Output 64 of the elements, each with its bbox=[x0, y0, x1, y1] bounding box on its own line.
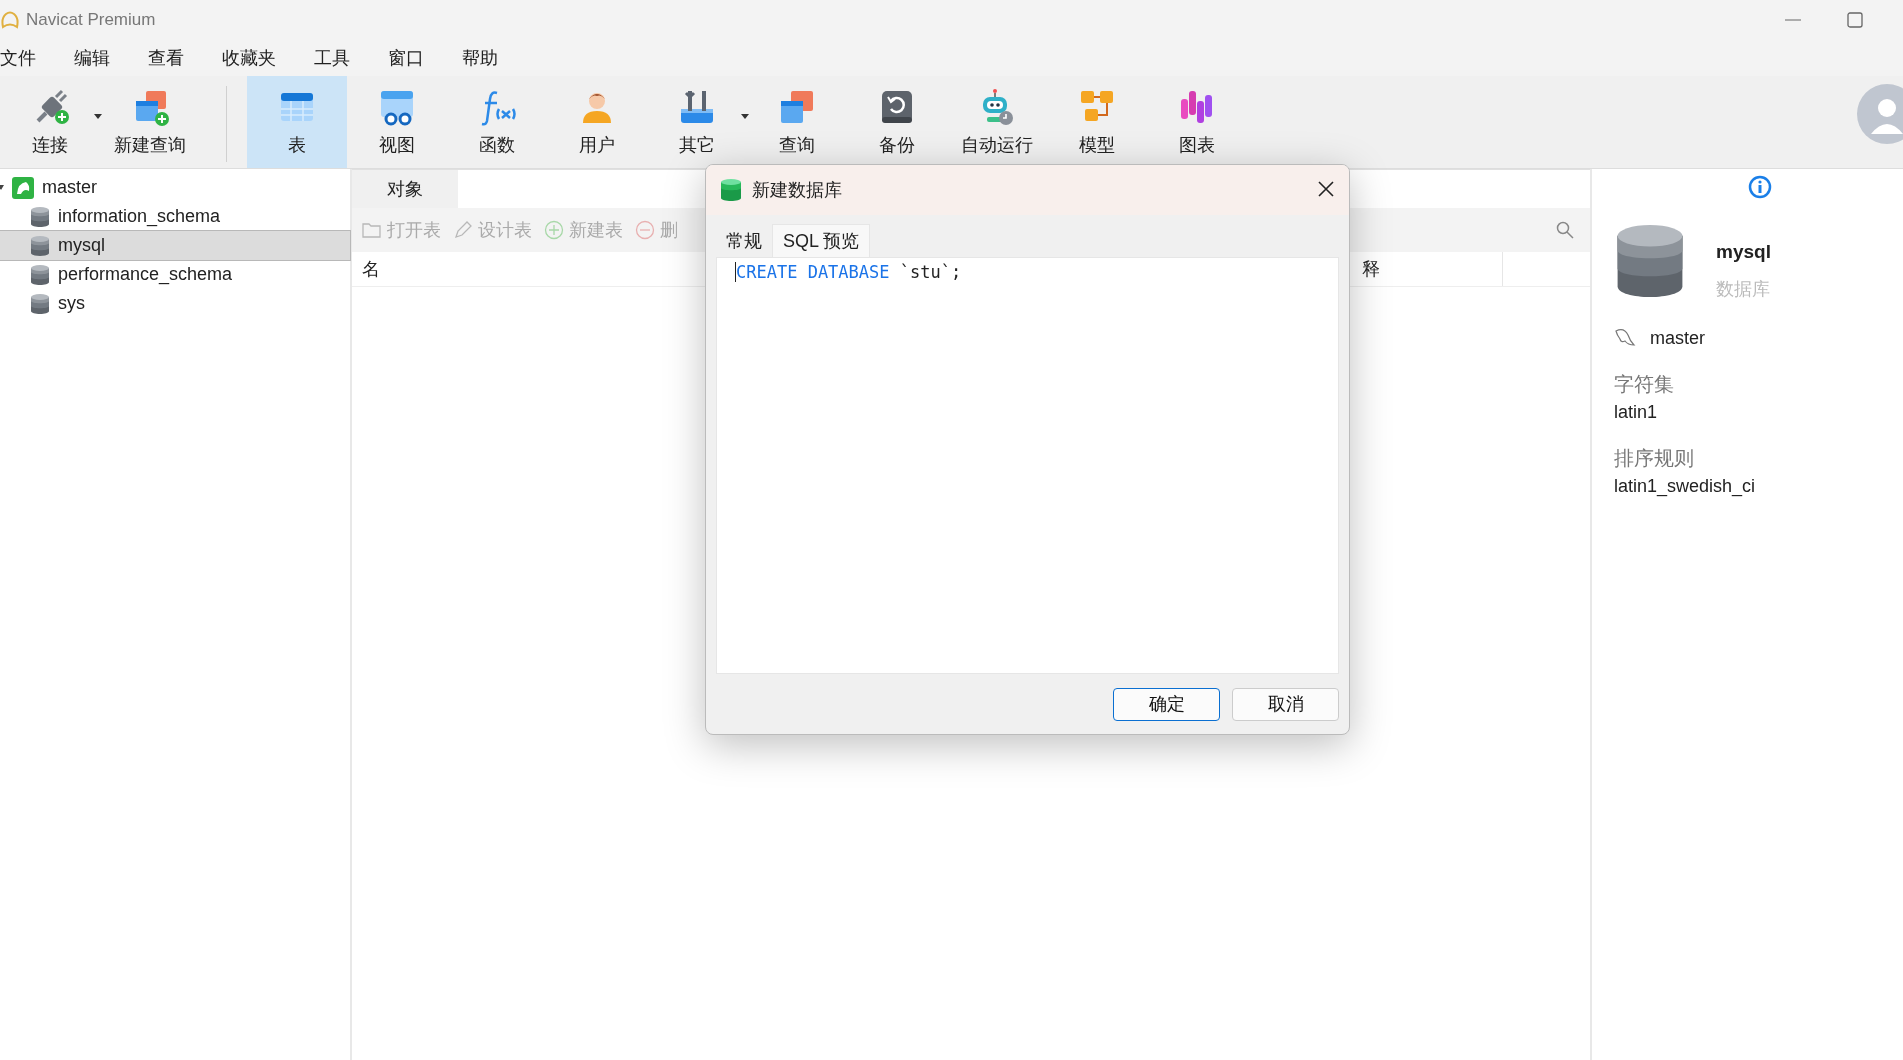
folder-icon bbox=[362, 221, 382, 239]
new-query-icon bbox=[136, 91, 169, 126]
search-icon[interactable] bbox=[1556, 221, 1574, 239]
tree-item[interactable]: mysql bbox=[0, 231, 350, 260]
database-name: mysql bbox=[1716, 241, 1771, 263]
tab[interactable]: 对象 bbox=[352, 170, 458, 208]
menu-item[interactable]: 工具 bbox=[295, 46, 369, 70]
toolbar-button[interactable]: 图表 bbox=[1147, 76, 1247, 168]
maximize-icon[interactable] bbox=[1847, 12, 1863, 28]
caret-icon[interactable] bbox=[741, 114, 749, 119]
query-icon bbox=[781, 91, 813, 123]
toolbar-button[interactable]: 连接 bbox=[0, 76, 100, 168]
view-icon bbox=[381, 91, 413, 126]
tree-item[interactable]: information_schema bbox=[0, 202, 350, 231]
function-icon bbox=[480, 91, 516, 126]
dialog-title: 新建数据库 bbox=[752, 179, 842, 202]
tree-item[interactable]: master bbox=[42, 177, 97, 198]
object-type: 数据库 bbox=[1716, 278, 1771, 301]
menu-item[interactable]: 文件 bbox=[0, 46, 55, 70]
model-icon bbox=[1081, 91, 1113, 121]
tree-item[interactable]: sys bbox=[0, 289, 350, 318]
connection-name: master bbox=[1650, 327, 1705, 349]
menu-item[interactable]: 窗口 bbox=[369, 46, 443, 70]
database-icon bbox=[720, 178, 742, 202]
minus-icon bbox=[635, 220, 655, 240]
database-icon bbox=[30, 205, 50, 228]
database-icon bbox=[30, 292, 50, 315]
expand-icon[interactable] bbox=[0, 184, 4, 191]
column-header: 名 bbox=[362, 259, 380, 279]
field-label: 排序规则 bbox=[1614, 446, 1695, 471]
tab[interactable]: SQL 预览 bbox=[772, 224, 871, 257]
field-value: latin1 bbox=[1614, 402, 1659, 423]
toolbar-button[interactable]: 模型 bbox=[1047, 76, 1147, 168]
menu-item[interactable]: 帮助 bbox=[443, 46, 517, 70]
tree-item[interactable]: performance_schema bbox=[0, 260, 350, 289]
dialog-button[interactable]: 取消 bbox=[1232, 687, 1339, 721]
window-title: Navicat Premium bbox=[26, 10, 156, 30]
menu-item[interactable]: 编辑 bbox=[55, 46, 129, 70]
column-header: 释 bbox=[1362, 258, 1380, 281]
database-icon bbox=[30, 234, 50, 257]
connection-icon bbox=[12, 176, 34, 199]
plug-icon bbox=[36, 89, 69, 124]
table-icon bbox=[280, 93, 314, 122]
plus-icon bbox=[544, 220, 564, 240]
bar-chart-icon bbox=[1181, 91, 1212, 123]
toolbar-button[interactable]: 函数 bbox=[447, 76, 547, 168]
sql-editor[interactable]: CREATE DATABASE `stu`; bbox=[716, 257, 1339, 674]
field-label: 字符集 bbox=[1614, 372, 1675, 397]
caret-icon[interactable] bbox=[94, 114, 102, 119]
user-icon bbox=[583, 93, 611, 123]
toolbar-button[interactable]: 视图 bbox=[347, 76, 447, 168]
field-value: latin1_swedish_ci bbox=[1614, 476, 1757, 497]
menu-item[interactable]: 收藏夹 bbox=[203, 46, 295, 70]
menu-item[interactable]: 查看 bbox=[129, 46, 203, 70]
robot-icon bbox=[983, 89, 1013, 125]
backup-icon bbox=[882, 91, 912, 123]
dialog-button[interactable]: 确定 bbox=[1113, 687, 1220, 721]
toolbar-button[interactable]: 新建查询 bbox=[100, 76, 200, 168]
info-icon[interactable] bbox=[1747, 175, 1772, 199]
pencil-icon bbox=[453, 220, 473, 240]
toolbox-icon bbox=[681, 89, 713, 123]
toolbar-button[interactable]: 表 bbox=[247, 76, 347, 168]
database-icon bbox=[30, 263, 50, 286]
toolbar-button[interactable]: 用户 bbox=[547, 76, 647, 168]
